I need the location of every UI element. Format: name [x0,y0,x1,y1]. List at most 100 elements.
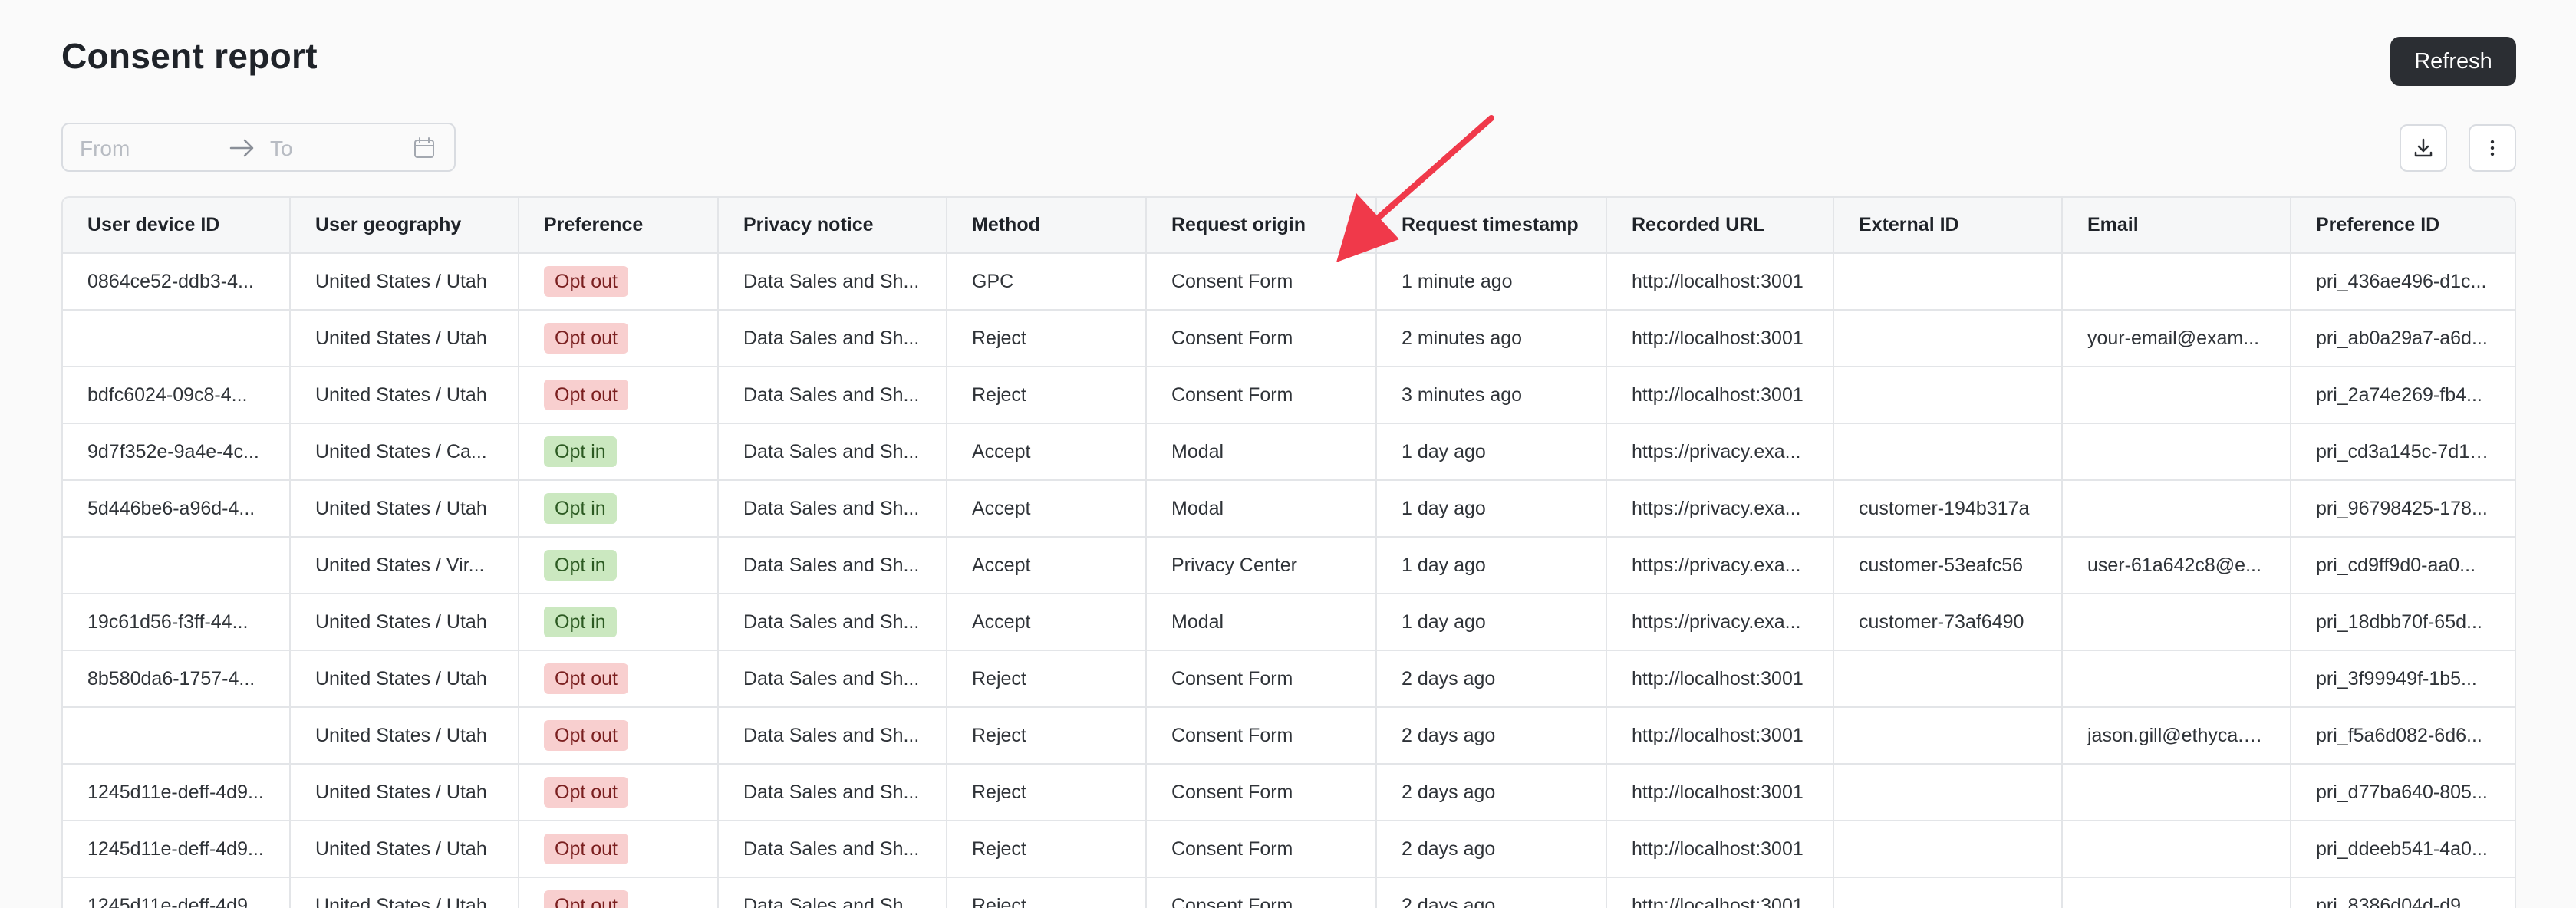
cell-user-device-id: 1245d11e-deff-4d9... [63,877,291,908]
cell-email: user-61a642c8@e... [2062,537,2291,594]
preference-badge: Opt out [544,266,628,297]
date-to-input[interactable]: To [270,137,293,161]
cell-email: your-email@exam... [2062,310,2291,367]
cell-method: Accept [947,537,1147,594]
refresh-button[interactable]: Refresh [2390,37,2516,86]
more-options-button[interactable] [2469,124,2516,172]
preference-badge: Opt out [544,890,628,908]
cell-external-id: customer-194b317a [1833,480,2063,538]
cell-preference-id: pri_f5a6d082-6d6... [2291,707,2515,765]
cell-privacy-notice: Data Sales and Sh... [718,764,947,821]
table-row[interactable]: 0864ce52-ddb3-4... United States / Utah Op… [63,253,2515,311]
cell-external-id [1833,423,2063,481]
cell-request-timestamp: 2 days ago [1376,764,1607,821]
column-header-user-device-id[interactable]: User device ID [63,198,291,254]
cell-recorded-url: http://localhost:3001 [1606,707,1834,765]
table-row[interactable]: 1245d11e-deff-4d9... United States / Utah… [63,764,2515,821]
download-icon [2414,138,2433,157]
calendar-icon[interactable] [413,137,436,160]
consent-table-container: User device ID User geography Preference Pr… [61,196,2516,908]
cell-preference: Opt in [519,423,719,481]
cell-preference-id: pri_2a74e269-fb4... [2291,367,2515,424]
cell-request-timestamp: 2 days ago [1376,877,1607,908]
cell-email [2062,877,2291,908]
cell-method: Reject [947,650,1147,708]
table-row[interactable]: United States / Utah Opt out Data Sales an… [63,707,2515,765]
cell-user-geography: United States / Vir... [290,537,519,594]
cell-email [2062,764,2291,821]
cell-email [2062,480,2291,538]
column-header-request-origin[interactable]: Request origin [1146,198,1377,254]
table-row[interactable]: 1245d11e-deff-4d9... United States / Utah… [63,821,2515,878]
column-header-preference[interactable]: Preference [519,198,719,254]
column-header-preference-id[interactable]: Preference ID [2291,198,2515,254]
cell-recorded-url: https://privacy.exa... [1606,423,1834,481]
cell-preference-id: pri_cd3a145c-7d1e... [2291,423,2515,481]
cell-request-timestamp: 2 minutes ago [1376,310,1607,367]
cell-preference: Opt out [519,877,719,908]
cell-user-device-id: 5d446be6-a96d-4... [63,480,291,538]
cell-method: Reject [947,707,1147,765]
cell-user-geography: United States / Utah [290,253,519,311]
cell-request-origin: Consent Form [1146,310,1377,367]
table-row[interactable]: 1245d11e-deff-4d9... United States / Utah… [63,877,2515,908]
cell-external-id [1833,707,2063,765]
table-header-row: User device ID User geography Preference Pr… [63,198,2515,254]
cell-user-device-id: 9d7f352e-9a4e-4c... [63,423,291,481]
cell-privacy-notice: Data Sales and Sh... [718,537,947,594]
cell-user-device-id: 19c61d56-f3ff-44... [63,594,291,651]
table-row[interactable]: bdfc6024-09c8-4... United States / Utah Op… [63,367,2515,424]
cell-method: Accept [947,423,1147,481]
preference-badge: Opt out [544,663,628,694]
cell-method: Accept [947,594,1147,651]
cell-user-device-id: 1245d11e-deff-4d9... [63,764,291,821]
table-row[interactable]: United States / Utah Opt out Data Sales an… [63,310,2515,367]
column-header-email[interactable]: Email [2062,198,2291,254]
cell-recorded-url: http://localhost:3001 [1606,650,1834,708]
table-row[interactable]: 8b580da6-1757-4... United States / Utah Op… [63,650,2515,708]
cell-privacy-notice: Data Sales and Sh... [718,594,947,651]
download-button[interactable] [2400,124,2447,172]
cell-user-geography: United States / Utah [290,877,519,908]
table-row[interactable]: 5d446be6-a96d-4... United States / Utah Op… [63,480,2515,538]
column-header-request-timestamp[interactable]: Request timestamp [1376,198,1607,254]
date-from-input[interactable]: From [80,137,130,161]
cell-method: Accept [947,480,1147,538]
column-header-recorded-url[interactable]: Recorded URL [1606,198,1834,254]
date-range-picker[interactable]: From To [61,123,456,172]
table-row[interactable]: 9d7f352e-9a4e-4c... United States / Ca...… [63,423,2515,481]
cell-email [2062,594,2291,651]
preference-badge: Opt out [544,834,628,864]
cell-user-geography: United States / Utah [290,480,519,538]
cell-preference: Opt out [519,650,719,708]
column-header-privacy-notice[interactable]: Privacy notice [718,198,947,254]
cell-method: Reject [947,310,1147,367]
cell-external-id [1833,310,2063,367]
cell-user-device-id: 1245d11e-deff-4d9... [63,821,291,878]
cell-request-origin: Privacy Center [1146,537,1377,594]
cell-email [2062,367,2291,424]
preference-badge: Opt in [544,607,617,637]
cell-privacy-notice: Data Sales and Sh... [718,253,947,311]
preference-badge: Opt in [544,550,617,581]
cell-request-timestamp: 1 day ago [1376,423,1607,481]
cell-request-origin: Consent Form [1146,650,1377,708]
cell-request-origin: Consent Form [1146,821,1377,878]
cell-privacy-notice: Data Sales and Sh... [718,480,947,538]
cell-user-geography: United States / Utah [290,594,519,651]
cell-preference: Opt out [519,821,719,878]
table-row[interactable]: United States / Vir... Opt in Data Sales a… [63,537,2515,594]
cell-preference-id: pri_cd9ff9d0-aa0... [2291,537,2515,594]
cell-privacy-notice: Data Sales and Sh... [718,650,947,708]
consent-table: User device ID User geography Preference Pr… [63,198,2515,908]
column-header-external-id[interactable]: External ID [1833,198,2063,254]
column-header-user-geography[interactable]: User geography [290,198,519,254]
cell-user-geography: United States / Utah [290,367,519,424]
table-row[interactable]: 19c61d56-f3ff-44... United States / Utah O… [63,594,2515,651]
cell-preference: Opt in [519,480,719,538]
preference-badge: Opt out [544,720,628,751]
cell-user-geography: United States / Utah [290,650,519,708]
column-header-method[interactable]: Method [947,198,1147,254]
cell-external-id [1833,764,2063,821]
cell-preference: Opt out [519,310,719,367]
